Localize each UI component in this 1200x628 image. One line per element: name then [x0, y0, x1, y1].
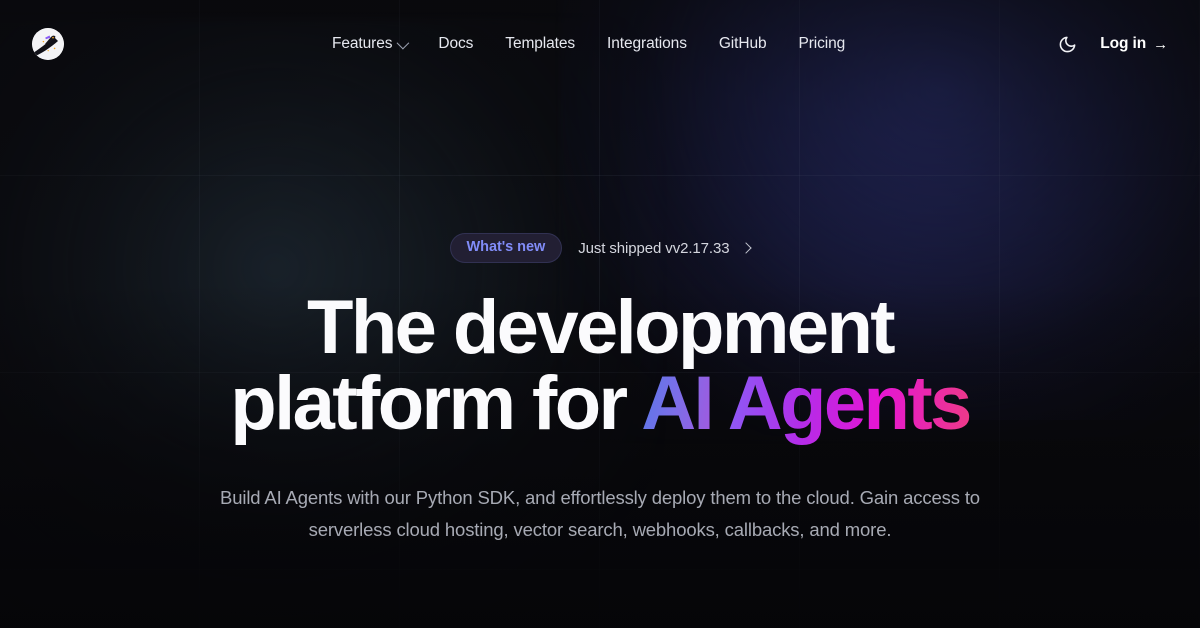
main-navigation: Features Docs Templates Integrations Git… — [316, 30, 861, 58]
nav-item-pricing[interactable]: Pricing — [783, 30, 862, 58]
nav-item-github[interactable]: GitHub — [703, 30, 783, 58]
hero-subtitle: Build AI Agents with our Python SDK, and… — [220, 487, 980, 540]
nav-label-pricing: Pricing — [798, 35, 846, 52]
rocket-logo-icon — [32, 28, 64, 60]
hero-title: The development platform for AI Agents — [220, 290, 980, 442]
announcement-bar: What's new Just shipped vv2.17.33 — [449, 232, 753, 264]
nav-label-integrations: Integrations — [607, 35, 687, 52]
whats-new-badge[interactable]: What's new — [449, 233, 563, 263]
chevron-down-icon — [396, 36, 410, 49]
hero-title-accent-agents: Agents — [727, 361, 973, 446]
arrow-right-icon: → — [1153, 35, 1168, 53]
moon-icon[interactable] — [1056, 33, 1078, 55]
chevron-right-icon — [740, 242, 753, 254]
hero-title-line2: platform for — [230, 361, 642, 446]
nav-item-features[interactable]: Features — [316, 30, 422, 58]
nav-label-templates: Templates — [505, 35, 576, 52]
logo-home-link[interactable] — [32, 28, 64, 60]
nav-label-features: Features — [332, 35, 393, 52]
hero-title-accent-ai: AI — [641, 361, 714, 446]
announcement-label: Just shipped vv2.17.33 — [578, 239, 730, 257]
page-root: Features Docs Templates Integrations Git… — [0, 0, 1200, 628]
announcement-link[interactable]: Just shipped vv2.17.33 — [578, 239, 753, 257]
login-label: Log in — [1100, 35, 1147, 52]
hero-title-line1: The development — [307, 285, 896, 370]
nav-item-integrations[interactable]: Integrations — [591, 30, 703, 58]
nav-item-docs[interactable]: Docs — [422, 30, 489, 58]
nav-label-docs: Docs — [438, 35, 474, 52]
nav-label-github: GitHub — [718, 35, 767, 52]
site-header: Features Docs Templates Integrations Git… — [0, 0, 1200, 88]
hero-section: What's new Just shipped vv2.17.33 The de… — [0, 0, 1200, 628]
nav-item-templates[interactable]: Templates — [489, 30, 591, 58]
header-actions: Log in → — [1056, 30, 1168, 58]
login-button[interactable]: Log in → — [1100, 35, 1168, 53]
